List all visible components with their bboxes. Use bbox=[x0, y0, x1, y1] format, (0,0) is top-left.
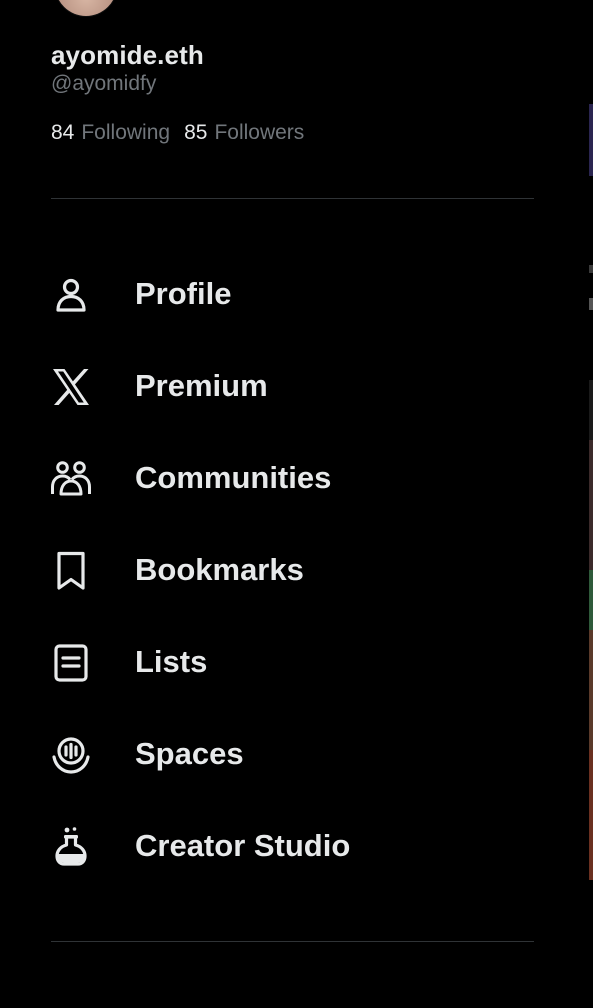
menu-item-premium[interactable]: Premium bbox=[0, 340, 585, 432]
edge-fragment bbox=[589, 630, 593, 750]
communities-icon bbox=[50, 458, 92, 500]
bookmark-icon bbox=[50, 550, 92, 592]
menu-label-bookmarks: Bookmarks bbox=[135, 552, 304, 587]
flask-icon bbox=[50, 826, 92, 868]
list-icon bbox=[50, 642, 92, 684]
display-name[interactable]: ayomide.eth bbox=[51, 40, 204, 71]
menu-label-communities: Communities bbox=[135, 460, 332, 495]
person-icon bbox=[50, 274, 92, 316]
edge-fragment bbox=[589, 265, 593, 273]
menu-item-bookmarks[interactable]: Bookmarks bbox=[0, 524, 585, 616]
edge-fragment bbox=[589, 104, 593, 176]
followers-link[interactable]: 85 Followers bbox=[184, 121, 304, 145]
x-logo-icon bbox=[50, 366, 92, 408]
spaces-icon bbox=[50, 734, 92, 776]
avatar[interactable] bbox=[55, 0, 117, 16]
menu-item-spaces[interactable]: Spaces bbox=[0, 708, 585, 800]
follow-stats: 84 Following 85 Followers bbox=[51, 121, 304, 145]
followers-label: Followers bbox=[214, 121, 305, 144]
divider-bottom bbox=[51, 941, 534, 942]
menu-label-profile: Profile bbox=[135, 276, 232, 311]
menu-item-lists[interactable]: Lists bbox=[0, 616, 585, 708]
following-link[interactable]: 84 Following bbox=[51, 121, 170, 145]
background-timeline-edge bbox=[589, 0, 593, 1008]
drawer-menu: Profile Premium Communities Bookmarks Li… bbox=[0, 248, 585, 892]
navigation-drawer: ayomide.eth @ayomidfy 84 Following 85 Foll… bbox=[0, 0, 585, 1008]
menu-label-premium: Premium bbox=[135, 368, 268, 403]
user-handle: @ayomidfy bbox=[51, 72, 157, 95]
following-label: Following bbox=[81, 121, 171, 144]
edge-fragment bbox=[589, 298, 593, 310]
menu-label-spaces: Spaces bbox=[135, 736, 244, 771]
following-count: 84 bbox=[51, 121, 75, 144]
menu-label-lists: Lists bbox=[135, 644, 208, 679]
menu-item-profile[interactable]: Profile bbox=[0, 248, 585, 340]
edge-fragment bbox=[589, 440, 593, 570]
edge-fragment bbox=[589, 380, 593, 440]
followers-count: 85 bbox=[184, 121, 208, 144]
menu-label-creator-studio: Creator Studio bbox=[135, 828, 351, 863]
edge-fragment bbox=[589, 750, 593, 880]
menu-item-creator-studio[interactable]: Creator Studio bbox=[0, 800, 585, 892]
divider-top bbox=[51, 198, 534, 199]
edge-fragment bbox=[589, 570, 593, 630]
menu-item-communities[interactable]: Communities bbox=[0, 432, 585, 524]
